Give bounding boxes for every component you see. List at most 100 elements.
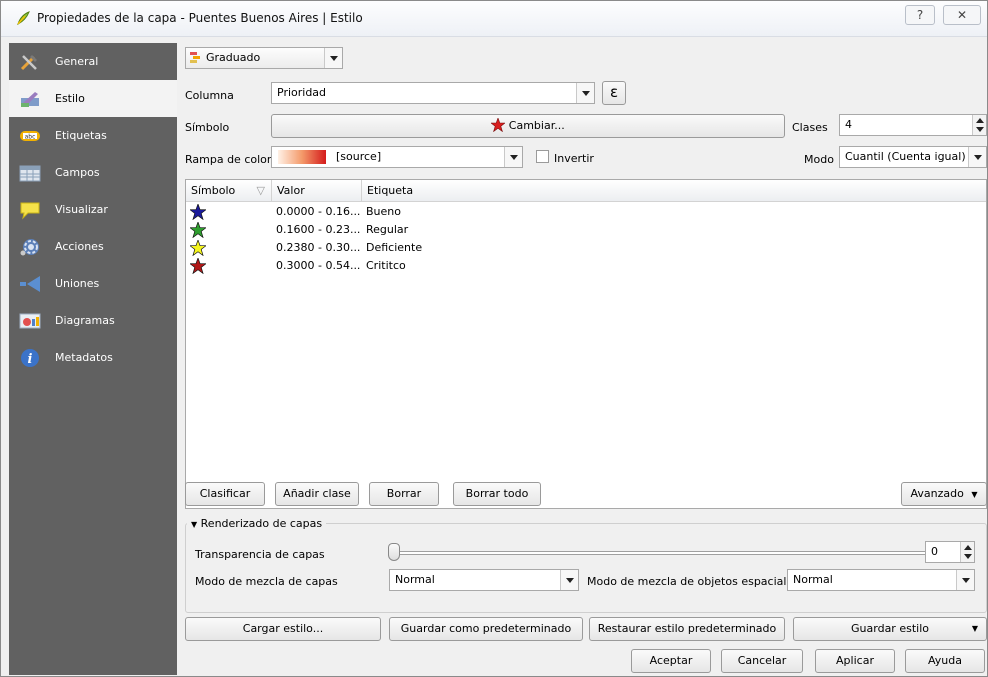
layer-blend-label: Modo de mezcla de capas [195,575,338,588]
star-symbol-icon [190,258,206,274]
classes-value: 4 [845,118,852,131]
spinner-arrows-icon[interactable] [972,115,986,135]
layer-rendering-header[interactable]: ▼ Renderizado de capas [187,517,327,530]
gear-icon [20,239,39,256]
mode-label: Modo [804,153,834,166]
mode-value: Cuantil (Cuenta igual) [845,150,966,163]
table-icon [19,165,41,182]
sidebar-item-visualizar[interactable]: Visualizar [9,191,177,228]
join-arrow-icon [20,276,40,292]
row-label: Bueno [366,205,401,218]
color-ramp-select[interactable]: [source] [271,146,523,168]
transparency-slider-track[interactable] [392,551,932,555]
invert-label: Invertir [554,152,594,165]
sidebar: General Estilo abc Etiquetas Campos Visu… [9,43,177,675]
chevron-down-icon [504,147,522,167]
sidebar-item-etiquetas[interactable]: abc Etiquetas [9,117,177,154]
sort-indicator-icon: ▽ [256,184,265,197]
save-style-button[interactable]: Guardar estilo ▼ [793,617,987,641]
column-header-value[interactable]: Valor [272,180,362,202]
save-default-button[interactable]: Guardar como predeterminado [389,617,583,641]
expression-button[interactable]: ε [602,81,626,105]
graduated-renderer-icon [190,52,200,63]
classify-button[interactable]: Clasificar [185,482,265,506]
change-symbol-label: Cambiar... [508,119,565,132]
column-header-label[interactable]: Etiqueta [362,180,986,202]
sidebar-label: Acciones [55,240,104,253]
star-symbol-icon [190,222,206,238]
feature-blend-label: Modo de mezcla de objetos espaciales [587,575,799,588]
column-select[interactable]: Prioridad [271,82,595,104]
chevron-down-icon [968,147,986,167]
help-icon: ? [916,8,924,22]
apply-button[interactable]: Aplicar [815,649,895,673]
table-row[interactable]: 0.3000 - 0.54... Crititco [186,257,986,275]
row-value: 0.3000 - 0.54... [276,259,361,272]
classes-spinbox[interactable]: 4 [839,114,987,136]
sidebar-item-diagramas[interactable]: Diagramas [9,302,177,339]
transparency-slider-handle[interactable] [388,543,400,561]
restore-default-button[interactable]: Restaurar estilo predeterminado [589,617,785,641]
sidebar-item-campos[interactable]: Campos [9,154,177,191]
mode-select[interactable]: Cuantil (Cuenta igual) [839,146,987,168]
row-value: 0.0000 - 0.16... [276,205,361,218]
renderer-select[interactable]: Graduado [185,47,343,69]
star-symbol-icon [190,240,206,256]
change-symbol-button[interactable]: Cambiar... [271,114,785,138]
sidebar-item-estilo[interactable]: Estilo [9,80,177,117]
column-value: Prioridad [277,86,327,99]
transparency-label: Transparencia de capas [195,548,325,561]
chevron-down-icon: ▼ [971,490,978,499]
feature-blend-select[interactable]: Normal [787,569,975,591]
row-label: Crititco [366,259,406,272]
color-ramp-label: Rampa de color [185,153,272,166]
sidebar-item-acciones[interactable]: Acciones [9,228,177,265]
row-value: 0.1600 - 0.23... [276,223,361,236]
row-label: Regular [366,223,409,236]
color-ramp-swatch [278,150,326,164]
transparency-spinbox[interactable]: 0 [925,541,975,563]
paintbrush-icon [21,92,39,107]
layer-rendering-title: Renderizado de capas [200,517,323,530]
sidebar-label: Metadatos [55,351,113,364]
column-label: Columna [185,89,234,102]
layer-rendering-group [185,523,987,613]
ok-button[interactable]: Aceptar [631,649,711,673]
layer-blend-select[interactable]: Normal [389,569,579,591]
title-bar: Propiedades de la capa - Puentes Buenos … [1,1,987,37]
chevron-down-icon: ▼ [971,624,978,633]
tools-icon [20,55,37,71]
renderer-value: Graduado [206,51,261,64]
sidebar-item-metadatos[interactable]: i Metadatos [9,339,177,376]
help-titlebar-button[interactable]: ? [905,5,935,25]
style-panel: Graduado Columna Prioridad ε Símbolo Cam… [177,43,987,675]
advanced-button[interactable]: Avanzado ▼ [901,482,987,506]
diagram-icon [19,313,41,329]
close-titlebar-button[interactable]: ✕ [943,5,981,25]
invert-checkbox[interactable] [536,150,549,163]
svg-text:abc: abc [25,134,36,141]
delete-class-button[interactable]: Borrar [369,482,439,506]
advanced-label: Avanzado [910,487,964,500]
sidebar-item-general[interactable]: General [9,43,177,80]
cancel-button[interactable]: Cancelar [721,649,803,673]
row-label: Deficiente [366,241,423,254]
column-header-symbol[interactable]: Símbolo ▽ [186,180,272,202]
sidebar-label: Visualizar [55,203,108,216]
header-label: Símbolo [191,184,236,197]
spinner-arrows-icon[interactable] [960,542,974,562]
sidebar-item-uniones[interactable]: Uniones [9,265,177,302]
qgis-leaf-icon [17,11,30,25]
add-class-button[interactable]: Añadir clase [275,482,359,506]
sidebar-label: Campos [55,166,100,179]
classes-table: Símbolo ▽ Valor Etiqueta 0.0000 - 0.16..… [185,179,987,509]
epsilon-icon: ε [609,83,619,101]
chevron-down-icon [576,83,594,103]
help-button[interactable]: Ayuda [905,649,985,673]
table-row[interactable]: 0.2380 - 0.30... Deficiente [186,239,986,257]
load-style-button[interactable]: Cargar estilo... [185,617,381,641]
table-row[interactable]: 0.0000 - 0.16... Bueno [186,203,986,221]
table-row[interactable]: 0.1600 - 0.23... Regular [186,221,986,239]
delete-all-button[interactable]: Borrar todo [453,482,541,506]
sidebar-label: General [55,55,99,68]
